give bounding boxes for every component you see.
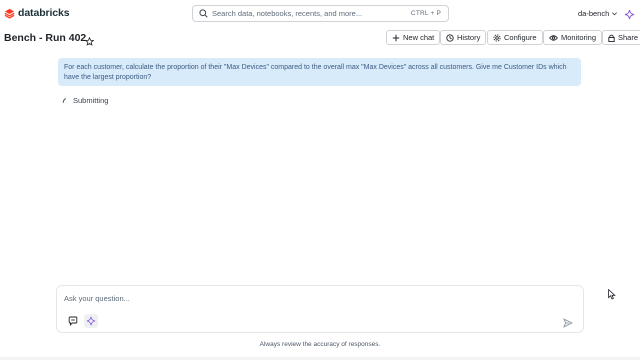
accuracy-disclaimer: Always review the accuracy of responses. bbox=[259, 341, 381, 348]
search-shortcut-hint: CTRL + P bbox=[410, 10, 441, 17]
comment-bubble-icon bbox=[68, 316, 78, 326]
share-button[interactable]: Share bbox=[602, 30, 640, 45]
status-text: Submitting bbox=[73, 96, 109, 105]
search-placeholder: Search data, notebooks, recents, and mor… bbox=[212, 9, 363, 18]
comment-button[interactable] bbox=[66, 314, 80, 328]
workspace-name: da-bench bbox=[578, 9, 610, 18]
history-label: History bbox=[457, 33, 481, 42]
send-arrow-icon bbox=[563, 318, 574, 328]
share-label: Share bbox=[618, 33, 639, 42]
history-button[interactable]: History bbox=[440, 30, 487, 45]
question-input[interactable] bbox=[64, 294, 544, 303]
user-question-bubble: For each customer, calculate the proport… bbox=[58, 58, 581, 86]
workspace-switcher[interactable]: da-bench bbox=[578, 9, 618, 18]
databricks-logo-icon bbox=[4, 8, 15, 19]
new-chat-button[interactable]: New chat bbox=[386, 30, 441, 45]
top-navigation-bar: databricks Search data, notebooks, recen… bbox=[0, 0, 640, 27]
new-chat-label: New chat bbox=[403, 33, 435, 42]
plus-icon bbox=[392, 34, 400, 41]
monitoring-label: Monitoring bbox=[561, 33, 597, 42]
chevron-down-icon bbox=[612, 12, 618, 16]
mouse-cursor-icon bbox=[608, 287, 616, 305]
assistant-suggest-button[interactable] bbox=[84, 314, 98, 328]
history-clock-icon bbox=[446, 33, 454, 42]
gear-icon bbox=[493, 33, 501, 42]
submission-status: Submitting bbox=[62, 96, 108, 105]
send-button[interactable] bbox=[563, 315, 574, 333]
sparkle-icon bbox=[86, 316, 96, 326]
monitoring-button[interactable]: Monitoring bbox=[543, 30, 603, 45]
loading-spinner-icon bbox=[62, 98, 67, 104]
assistant-button[interactable] bbox=[624, 7, 635, 25]
lock-icon bbox=[608, 34, 615, 42]
page-title: Bench - Run 402 bbox=[4, 32, 87, 44]
databricks-logo[interactable]: databricks bbox=[4, 7, 70, 19]
brand-name: databricks bbox=[18, 7, 70, 19]
global-search-box[interactable]: Search data, notebooks, recents, and mor… bbox=[192, 5, 449, 22]
sparkle-icon bbox=[624, 9, 635, 20]
favorite-star-icon[interactable] bbox=[84, 33, 95, 51]
eye-icon bbox=[549, 34, 558, 41]
search-icon bbox=[199, 9, 208, 18]
chat-composer bbox=[56, 285, 584, 333]
configure-button[interactable]: Configure bbox=[487, 30, 543, 45]
configure-label: Configure bbox=[504, 33, 537, 42]
